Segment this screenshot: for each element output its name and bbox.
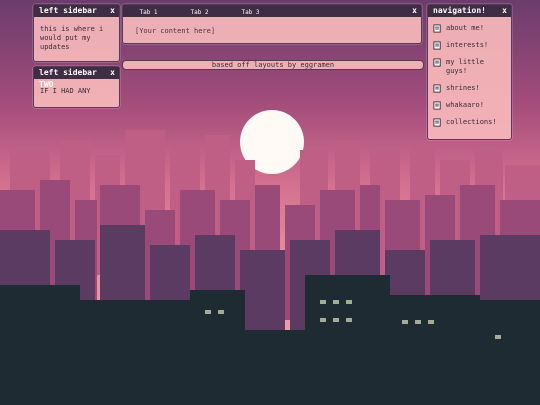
nav-item-label: shrines! <box>446 84 480 92</box>
credit-bar: based off layouts by eggramen <box>122 60 424 70</box>
left-sidebar-window: left sidebar x this is where i would put… <box>33 4 120 62</box>
nav-item-label: my little guys! <box>446 58 484 75</box>
nav-item-interests[interactable]: interests! <box>433 41 506 50</box>
tab-1[interactable]: Tab 1 <box>127 9 170 17</box>
left-sidebar-two-window: left sidebar TWO x IF I HAD ANY <box>33 66 120 108</box>
file-icon <box>433 24 441 33</box>
nav-item-whakaaro[interactable]: whakaaro! <box>433 101 506 110</box>
file-icon <box>433 84 441 93</box>
close-icon[interactable]: x <box>110 5 115 17</box>
file-icon <box>433 118 441 127</box>
file-icon <box>433 41 441 50</box>
file-icon <box>433 101 441 110</box>
nav-item-label: about me! <box>446 24 484 32</box>
close-icon[interactable]: x <box>502 5 507 17</box>
nav-item-label: whakaaro! <box>446 101 484 109</box>
left-sidebar-body: this is where i would put my updates <box>40 25 104 51</box>
close-icon[interactable]: x <box>412 5 417 17</box>
main-window: x Tab 1 Tab 2 Tab 3 [Your content here] <box>122 4 422 44</box>
navigation-title: navigation! <box>433 6 486 15</box>
navigation-list: about me! interests! my little guys! shr… <box>428 17 511 127</box>
main-content-text: [Your content here] <box>135 27 216 35</box>
nav-item-about-me[interactable]: about me! <box>433 24 506 33</box>
left-sidebar-titlebar: left sidebar x <box>34 5 119 17</box>
nav-item-shrines[interactable]: shrines! <box>433 84 506 93</box>
nav-item-my-little-guys[interactable]: my little guys! <box>433 58 506 76</box>
file-icon <box>433 58 441 67</box>
navigation-titlebar: navigation! x <box>428 5 511 17</box>
nav-item-collections[interactable]: collections! <box>433 118 506 127</box>
navigation-window: navigation! x about me! interests! my li… <box>427 4 512 140</box>
left-sidebar-two-titlebar: left sidebar TWO x <box>34 67 119 89</box>
close-icon[interactable]: x <box>110 67 115 79</box>
left-sidebar-title: left sidebar <box>39 6 97 15</box>
tab-3[interactable]: Tab 3 <box>229 9 272 17</box>
tab-2[interactable]: Tab 2 <box>178 9 221 17</box>
tab-bar: Tab 1 Tab 2 Tab 3 <box>127 9 272 17</box>
nav-item-label: interests! <box>446 41 489 49</box>
nav-item-label: collections! <box>446 118 497 126</box>
